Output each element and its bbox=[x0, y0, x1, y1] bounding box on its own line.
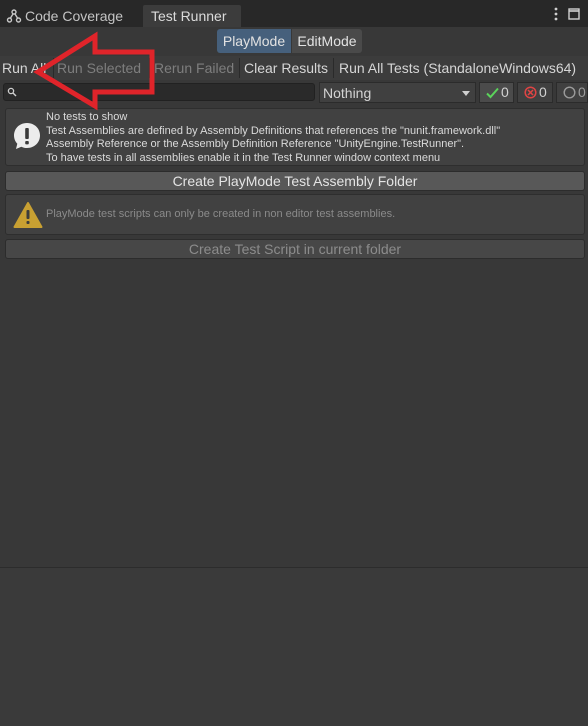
playmode-toggle[interactable]: PlayMode bbox=[217, 29, 291, 53]
tab-code-coverage-label: Code Coverage bbox=[25, 8, 124, 24]
create-test-script-button[interactable]: Create Test Script in current folder bbox=[5, 239, 585, 259]
editmode-toggle[interactable]: EditMode bbox=[292, 29, 362, 53]
failed-icon bbox=[524, 86, 537, 99]
info-line: Test Assemblies are defined by Assembly … bbox=[46, 124, 501, 137]
tab-test-runner[interactable]: Test Runner bbox=[143, 5, 241, 27]
window-tab-bar: Code Coverage Test Runner bbox=[0, 0, 588, 27]
info-message: No tests to show Test Assemblies are def… bbox=[46, 111, 500, 165]
run-all-button[interactable]: Run All bbox=[2, 57, 46, 79]
category-filter-dropdown[interactable]: Nothing bbox=[319, 82, 476, 103]
skipped-count: 0 bbox=[578, 84, 586, 100]
skipped-filter-toggle[interactable]: 0 bbox=[556, 82, 588, 103]
search-icon bbox=[7, 87, 17, 97]
code-coverage-icon bbox=[6, 9, 22, 23]
toolbar-divider bbox=[239, 58, 240, 78]
info-line: No tests to show bbox=[46, 111, 128, 123]
warning-box: PlayMode test scripts can only be create… bbox=[5, 194, 585, 235]
passed-count: 0 bbox=[501, 84, 509, 100]
tab-code-coverage[interactable]: Code Coverage bbox=[4, 5, 142, 27]
run-all-tests-platform-button[interactable]: Run All Tests (StandaloneWindows64) bbox=[339, 57, 576, 79]
clear-results-button[interactable]: Clear Results bbox=[244, 57, 328, 79]
run-selected-button[interactable]: Run Selected bbox=[57, 57, 141, 79]
rerun-failed-button[interactable]: Rerun Failed bbox=[154, 57, 234, 79]
dropdown-selected-value: Nothing bbox=[323, 85, 372, 101]
search-input[interactable] bbox=[3, 83, 315, 101]
filter-row: Nothing 0 0 0 bbox=[0, 81, 588, 105]
test-details-panel bbox=[0, 568, 588, 726]
failed-filter-toggle[interactable]: 0 bbox=[517, 82, 553, 103]
toolbar-divider bbox=[53, 58, 54, 78]
vertical-ellipsis-icon[interactable] bbox=[554, 7, 558, 21]
failed-count: 0 bbox=[539, 84, 547, 100]
warning-message: PlayMode test scripts can only be create… bbox=[46, 208, 396, 220]
test-runner-toolbar: Run All Run Selected Rerun Failed Clear … bbox=[0, 56, 588, 80]
info-exclamation-icon bbox=[14, 123, 40, 149]
toolbar-divider bbox=[149, 58, 150, 78]
info-line: Assembly Reference or the Assembly Defin… bbox=[46, 138, 465, 150]
no-tests-info-box: No tests to show Test Assemblies are def… bbox=[5, 108, 585, 166]
checkmark-icon bbox=[486, 87, 499, 98]
mode-switch: PlayMode EditMode bbox=[0, 27, 588, 54]
skipped-icon bbox=[563, 86, 576, 99]
passed-filter-toggle[interactable]: 0 bbox=[479, 82, 514, 103]
window-menu bbox=[554, 5, 580, 23]
toolbar-divider bbox=[333, 58, 334, 78]
warning-icon bbox=[13, 202, 43, 228]
maximize-icon[interactable] bbox=[568, 8, 580, 20]
create-test-assembly-folder-button[interactable]: Create PlayMode Test Assembly Folder bbox=[5, 171, 585, 191]
info-line: To have tests in all assemblies enable i… bbox=[46, 151, 441, 164]
tab-test-runner-label: Test Runner bbox=[151, 8, 227, 24]
chevron-down-icon bbox=[462, 91, 470, 96]
